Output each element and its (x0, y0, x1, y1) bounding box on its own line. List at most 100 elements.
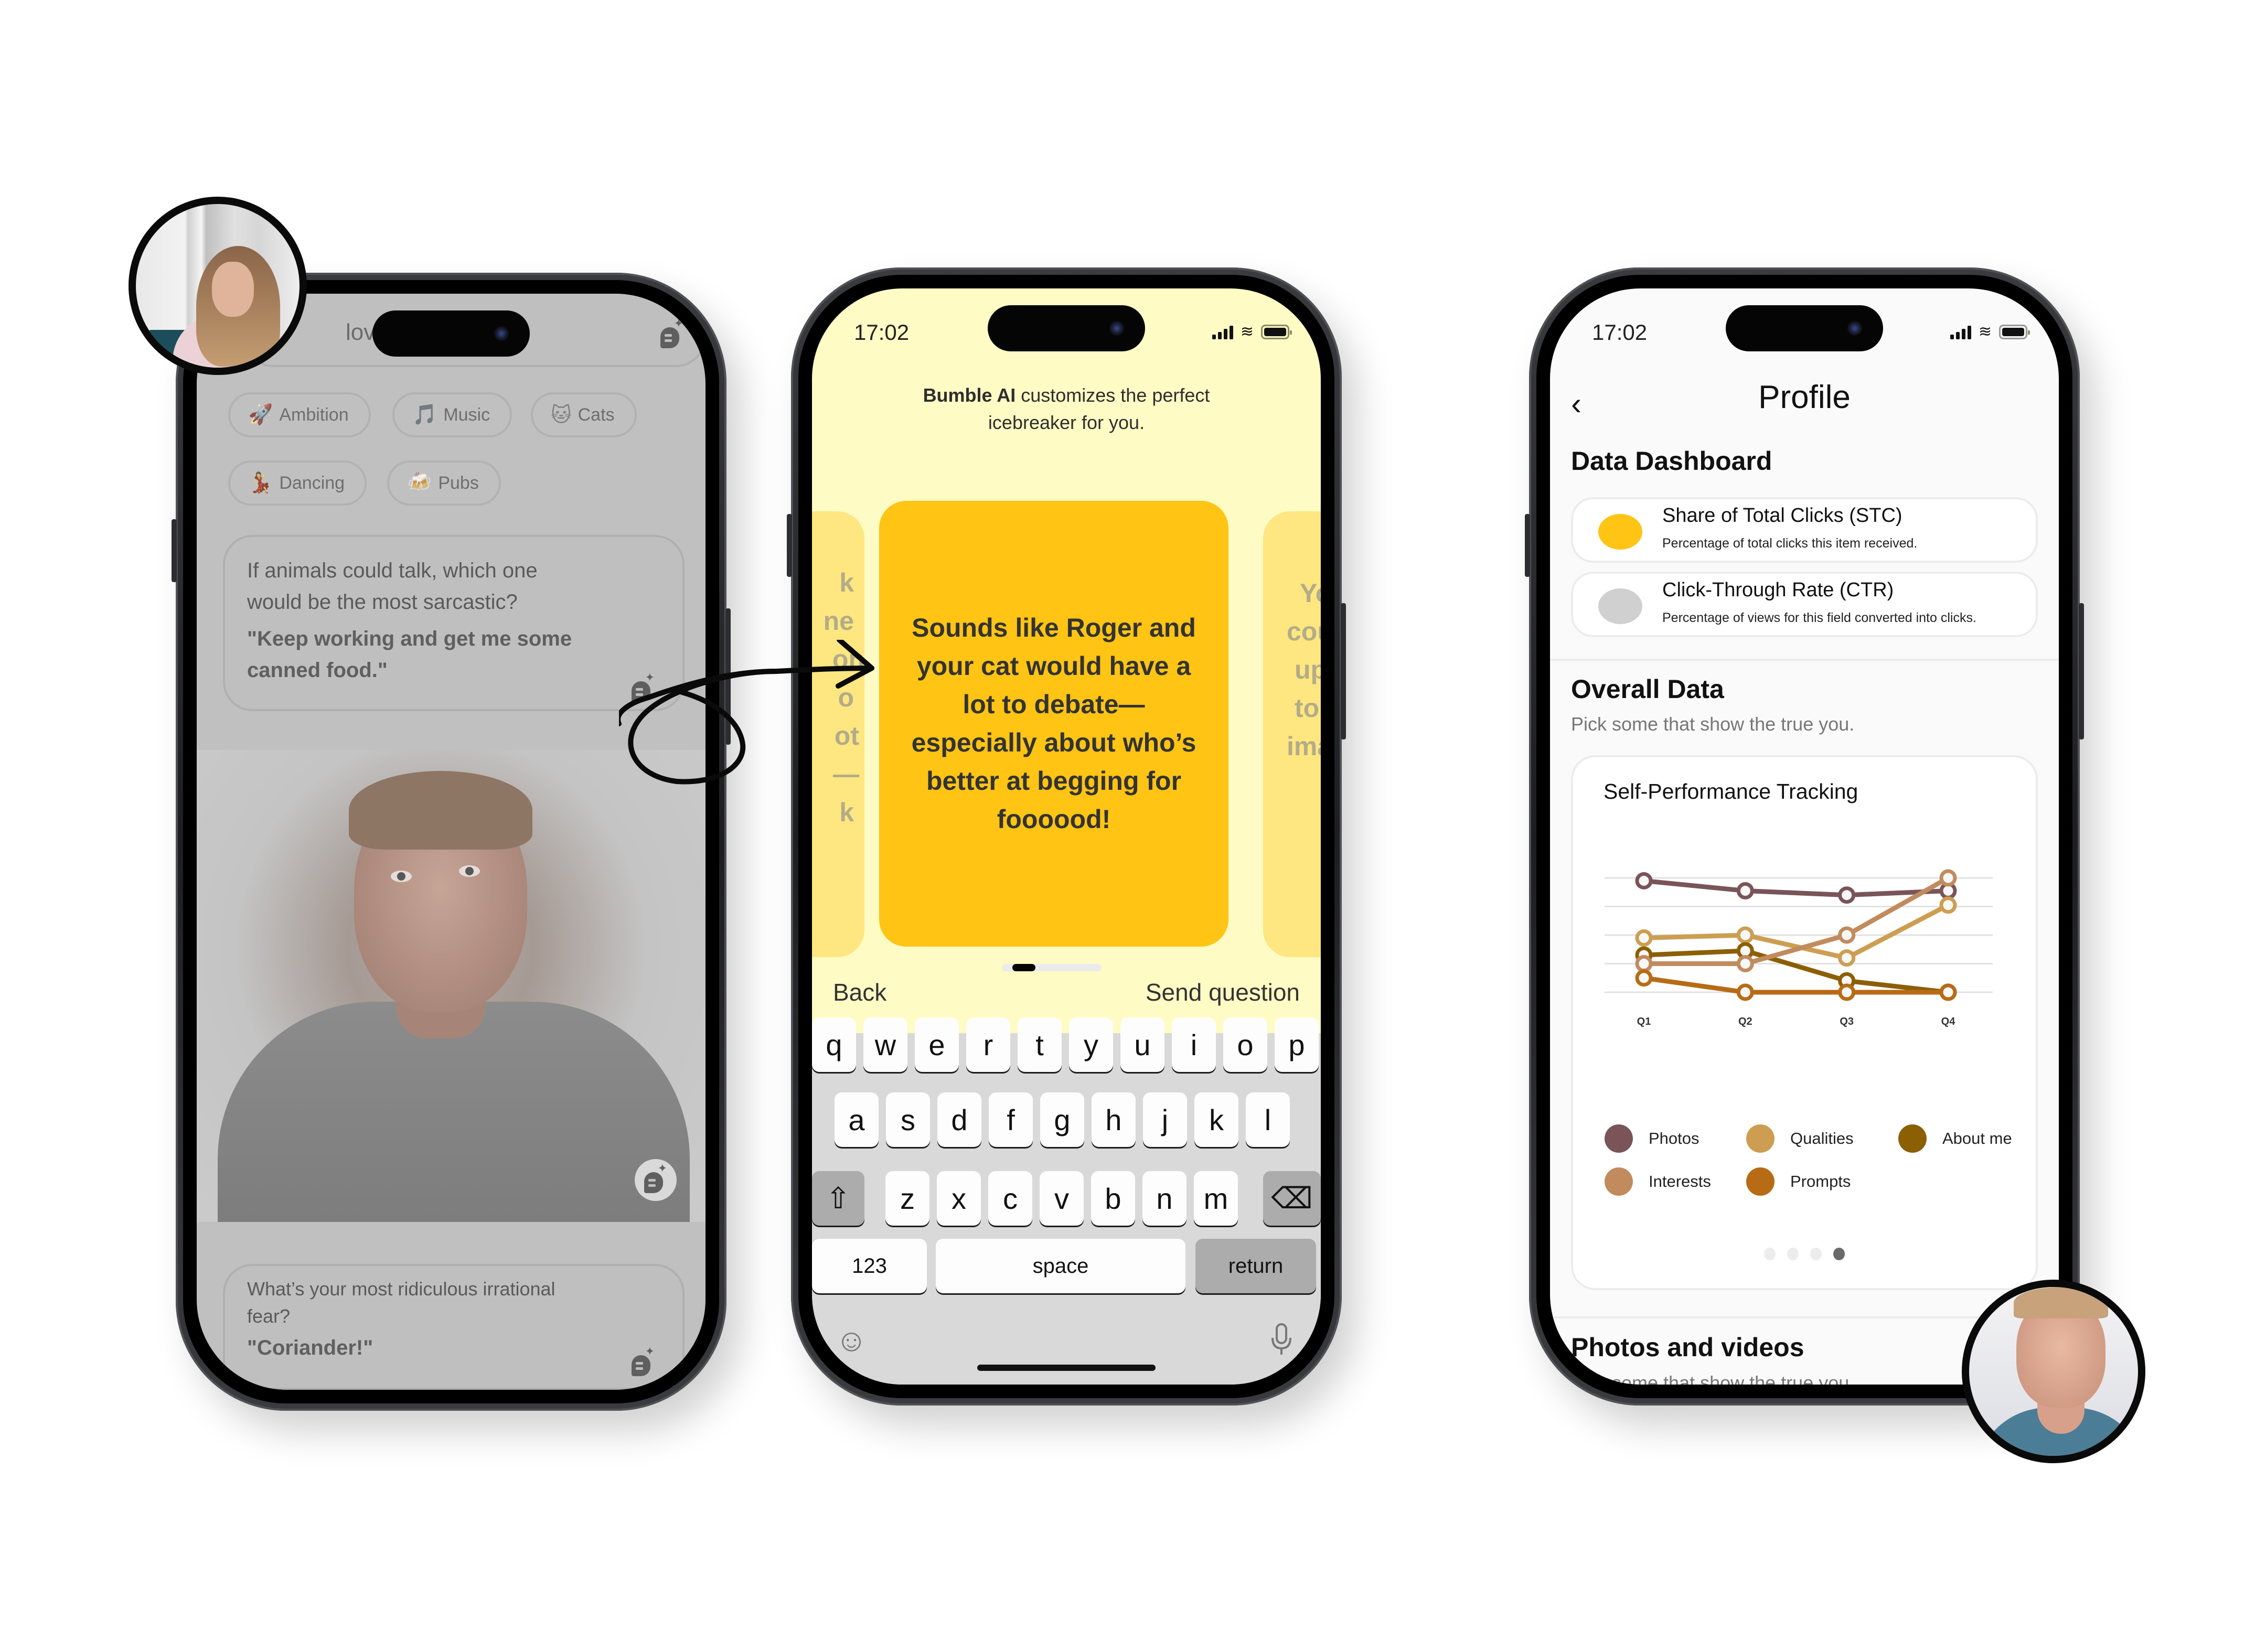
ai-chat-icon[interactable]: ✦ (632, 672, 655, 702)
data-point-qualities[interactable] (1838, 949, 1856, 967)
carousel-scrollbar[interactable] (1002, 964, 1102, 971)
data-point-interests[interactable] (1838, 926, 1856, 944)
delete-icon: ⌫ (1271, 1182, 1313, 1215)
key-v[interactable]: v (1040, 1171, 1084, 1226)
delete-key[interactable]: ⌫ (1263, 1171, 1321, 1226)
key-u[interactable]: u (1120, 1017, 1164, 1072)
return-key[interactable]: return (1195, 1239, 1316, 1293)
key-z[interactable]: z (885, 1171, 929, 1226)
metric-title: Click-Through Rate (CTR) (1662, 579, 1894, 601)
interest-chip[interactable]: 💃 Dancing (228, 460, 367, 506)
numbers-key[interactable]: 123 (812, 1239, 927, 1293)
data-point-interests[interactable] (1635, 955, 1653, 972)
metric-card-stc[interactable]: Share of Total Clicks (STC) Percentage o… (1571, 497, 2038, 563)
data-point-photos[interactable] (1838, 886, 1856, 904)
legend-item[interactable]: Prompts (1746, 1167, 1851, 1196)
data-point-prompts[interactable] (1939, 983, 1957, 1001)
key-r[interactable]: r (966, 1017, 1010, 1072)
icebreaker-card-next[interactable]: Yo cou up to ima (1263, 511, 1321, 957)
key-g[interactable]: g (1040, 1092, 1084, 1147)
legend-item[interactable]: Photos (1605, 1124, 1700, 1153)
ai-chat-icon[interactable]: ✦ (660, 318, 683, 348)
key-d[interactable]: d (937, 1092, 981, 1147)
overall-data-heading: Overall Data (1571, 674, 1724, 704)
pager-dot[interactable] (1810, 1248, 1822, 1260)
chart-pager[interactable] (1573, 1248, 2036, 1260)
space-key[interactable]: space (936, 1239, 1185, 1293)
icebreaker-card-current[interactable]: Sounds like Roger and your cat would hav… (879, 501, 1228, 947)
key-a[interactable]: a (835, 1092, 879, 1147)
legend-swatch (1746, 1124, 1775, 1153)
icebreaker-card-previous[interactable]: k ne on o ot — k (812, 511, 864, 957)
data-point-prompts[interactable] (1736, 983, 1754, 1001)
interest-chip[interactable]: 🍻 Pubs (387, 460, 501, 506)
key-l[interactable]: l (1246, 1092, 1290, 1147)
prompt-answer: "Keep working and get me some (247, 627, 572, 650)
key-b[interactable]: b (1091, 1171, 1135, 1226)
prompt-card[interactable]: If animals could talk, which one would b… (223, 535, 685, 711)
key-y[interactable]: y (1069, 1017, 1113, 1072)
interest-chip[interactable]: 🚀 Ambition (228, 392, 371, 437)
photos-subtitle: Pick some that show the true you. (1571, 1372, 1855, 1385)
ai-chat-icon[interactable]: ✦ (632, 1346, 655, 1376)
beer-mugs-icon: 🍻 (407, 472, 432, 494)
pager-dot[interactable] (1787, 1248, 1799, 1260)
key-p[interactable]: p (1275, 1017, 1319, 1072)
microphone-icon[interactable] (1263, 1322, 1300, 1358)
carousel-scrollbar-thumb[interactable] (1012, 964, 1035, 971)
ai-chat-icon[interactable]: ✦ (635, 1159, 677, 1201)
key-i[interactable]: i (1172, 1017, 1216, 1072)
series-line-photos (1643, 878, 1949, 898)
legend-item[interactable]: About me (1898, 1124, 2012, 1153)
data-point-prompts[interactable] (1635, 969, 1653, 987)
page-title: Profile (1758, 379, 1851, 415)
phone-icebreaker: 17:02 ≋ Bumble AI customizes the perfect… (787, 267, 1346, 1406)
key-m[interactable]: m (1194, 1171, 1238, 1226)
data-point-photos[interactable] (1736, 882, 1754, 900)
back-button[interactable]: Back (833, 978, 886, 1006)
data-point-interests[interactable] (1736, 955, 1754, 972)
data-point-qualities[interactable] (1939, 896, 1957, 914)
data-point-qualities[interactable] (1736, 926, 1754, 944)
key-h[interactable]: h (1092, 1092, 1136, 1147)
music-note-icon: 🎵 (412, 404, 437, 426)
data-point-prompts[interactable] (1838, 983, 1856, 1001)
data-point-qualities[interactable] (1635, 929, 1653, 947)
key-x[interactable]: x (937, 1171, 981, 1226)
home-indicator (977, 1365, 1156, 1371)
data-point-interests[interactable] (1939, 869, 1957, 887)
key-w[interactable]: w (863, 1017, 907, 1072)
send-question-button[interactable]: Send question (1146, 978, 1300, 1006)
key-j[interactable]: j (1143, 1092, 1187, 1147)
performance-chart-card[interactable]: Self-Performance Tracking Q1 Q2 Q3 Q4 Photo… (1571, 755, 2038, 1290)
x-tick-label: Q2 (1738, 1016, 1752, 1027)
avatar-man (1962, 1280, 2145, 1463)
prompt-card[interactable]: What’s your most ridiculous irrational f… (223, 1264, 685, 1390)
metric-card-ctr[interactable]: Click-Through Rate (CTR) Percentage of v… (1571, 572, 2038, 637)
key-o[interactable]: o (1223, 1017, 1267, 1072)
signal-icon (1950, 325, 1971, 339)
key-q[interactable]: q (812, 1017, 856, 1072)
key-n[interactable]: n (1142, 1171, 1187, 1226)
shift-key[interactable]: ⇧ (812, 1171, 864, 1226)
key-s[interactable]: s (886, 1092, 930, 1147)
interest-chip[interactable]: 🐱 Cats (531, 392, 637, 437)
key-c[interactable]: c (988, 1171, 1032, 1226)
metric-title: Share of Total Clicks (STC) (1662, 505, 1902, 527)
pager-dot[interactable] (1833, 1248, 1845, 1260)
volume-button (787, 514, 792, 577)
pager-dot[interactable] (1764, 1248, 1776, 1260)
key-k[interactable]: k (1194, 1092, 1238, 1147)
data-point-photos[interactable] (1635, 872, 1653, 889)
key-e[interactable]: e (915, 1017, 959, 1072)
key-f[interactable]: f (989, 1092, 1033, 1147)
dynamic-island (372, 310, 530, 357)
chart-title: Self-Performance Tracking (1604, 779, 1858, 803)
legend-item[interactable]: Qualities (1746, 1124, 1854, 1153)
profile-photo: ✦ (197, 750, 706, 1222)
interest-chip[interactable]: 🎵 Music (392, 392, 512, 437)
emoji-icon[interactable]: ☺ (833, 1322, 870, 1358)
prompt-question: fear? (247, 1305, 291, 1327)
legend-item[interactable]: Interests (1605, 1167, 1711, 1196)
key-t[interactable]: t (1018, 1017, 1062, 1072)
